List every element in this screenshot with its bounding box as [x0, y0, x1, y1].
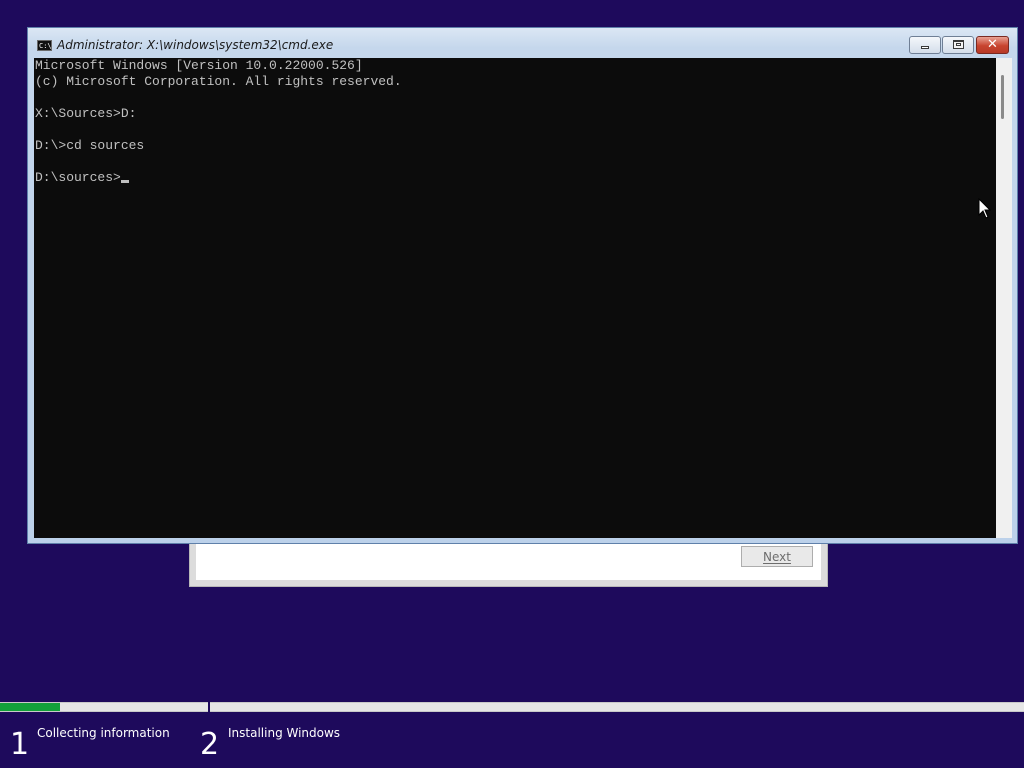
- cmd-window[interactable]: C:\ Administrator: X:\windows\system32\c…: [27, 27, 1018, 544]
- console-line: Microsoft Windows [Version 10.0.22000.52…: [35, 58, 363, 73]
- console-prompt: D:\sources>: [35, 170, 121, 185]
- console-line: (c) Microsoft Corporation. All rights re…: [35, 74, 402, 89]
- console-output: Microsoft Windows [Version 10.0.22000.52…: [34, 58, 996, 186]
- minimize-button[interactable]: [909, 36, 941, 54]
- close-icon: ✕: [987, 37, 998, 52]
- close-button[interactable]: ✕: [976, 36, 1009, 54]
- minimize-icon: [921, 46, 929, 49]
- console-line: D:\>cd sources: [35, 138, 145, 153]
- maximize-button[interactable]: [942, 36, 974, 54]
- scrollbar-thumb[interactable]: [1001, 75, 1004, 119]
- text-cursor: [120, 180, 129, 183]
- vertical-scrollbar[interactable]: [996, 58, 1012, 538]
- step-number: 1: [10, 727, 30, 762]
- step-label-installing: Installing Windows: [228, 726, 341, 740]
- progress-fill: [0, 703, 60, 711]
- title-bar[interactable]: C:\ Administrator: X:\windows\system32\c…: [28, 28, 1017, 58]
- setup-progress-bar: [0, 701, 1024, 713]
- next-button[interactable]: Next: [741, 546, 813, 567]
- progress-step-divider: [208, 701, 210, 713]
- console-line: X:\Sources>D:: [35, 106, 137, 121]
- window-title: Administrator: X:\windows\system32\cmd.e…: [57, 38, 334, 52]
- console-area[interactable]: Microsoft Windows [Version 10.0.22000.52…: [34, 58, 996, 538]
- restore-icon: [953, 40, 964, 49]
- step-number: 2: [200, 727, 220, 762]
- cmd-app-icon[interactable]: C:\: [37, 40, 52, 51]
- step-label-collecting: Collecting information: [37, 726, 170, 740]
- mouse-pointer-icon: [978, 198, 991, 219]
